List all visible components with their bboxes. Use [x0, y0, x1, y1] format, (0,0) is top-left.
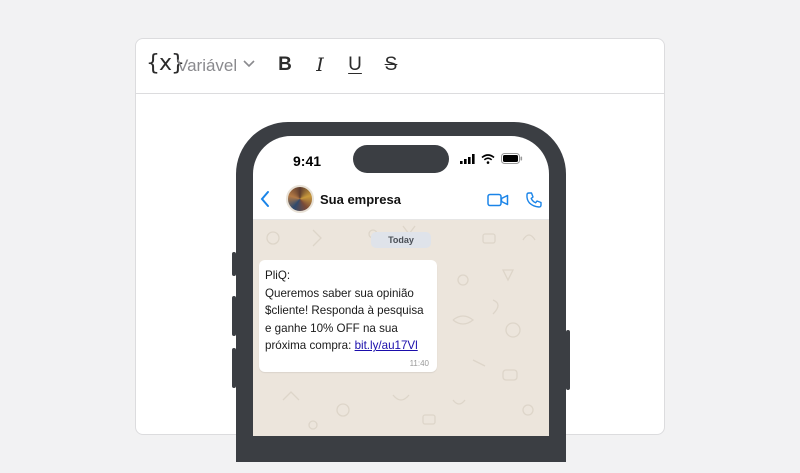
signal-icon	[460, 153, 475, 164]
battery-icon	[501, 153, 523, 164]
phone-volume-up	[232, 296, 236, 336]
phone-call-icon[interactable]	[525, 191, 543, 209]
wifi-icon	[481, 153, 495, 164]
message-line: Queremos saber sua opinião	[265, 286, 414, 300]
message-line: PliQ:	[265, 269, 291, 282]
status-time: 9:41	[293, 153, 322, 169]
underline-button[interactable]: U	[345, 54, 365, 76]
variable-dropdown-label[interactable]: Variável	[177, 56, 237, 76]
message-text: PliQ: Queremos saber sua opinião $client…	[265, 267, 431, 355]
message-line: e ganhe 10% OFF na sua	[265, 321, 398, 335]
message-bubble: PliQ: Queremos saber sua opinião $client…	[259, 260, 437, 372]
phone-power-button	[566, 330, 570, 390]
bold-button[interactable]: B	[275, 54, 295, 76]
contact-avatar[interactable]	[286, 185, 314, 213]
status-icons	[460, 153, 523, 164]
phone-screen: 9:41 Sua empresa Today PliQ: Queremos sa…	[253, 136, 549, 436]
chat-area: Today PliQ: Queremos saber sua opinião $…	[253, 220, 549, 436]
chevron-down-icon[interactable]	[242, 59, 256, 69]
chat-header: Sua empresa	[253, 182, 549, 220]
strikethrough-button[interactable]: S	[381, 54, 401, 76]
contact-name[interactable]: Sua empresa	[320, 192, 401, 207]
date-separator: Today	[371, 232, 431, 248]
back-chevron-icon[interactable]	[259, 190, 271, 208]
message-line: $cliente! Responda à pesquisa	[265, 304, 424, 318]
message-line: próxima compra: bit.ly/au17Vl	[265, 337, 431, 355]
phone-side-button	[232, 252, 236, 276]
formatting-toolbar: {x} Variável B I U S	[136, 39, 664, 94]
dynamic-island	[353, 145, 449, 173]
phone-volume-down	[232, 348, 236, 388]
message-time: 11:40	[409, 359, 429, 368]
video-call-icon[interactable]	[487, 192, 509, 208]
italic-button[interactable]: I	[310, 54, 330, 76]
message-link[interactable]: bit.ly/au17Vl	[355, 339, 418, 352]
message-line-prefix: próxima compra:	[265, 339, 355, 353]
